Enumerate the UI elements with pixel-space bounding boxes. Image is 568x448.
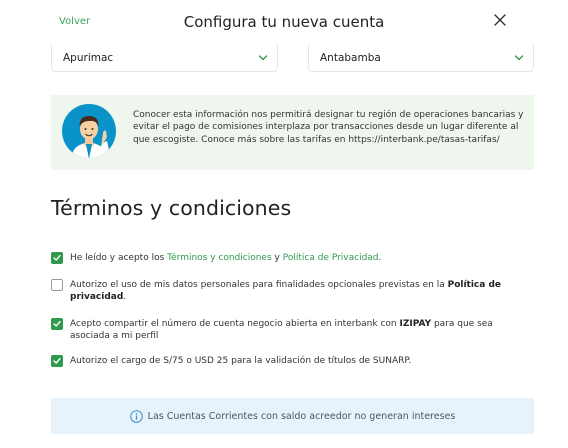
personal-data-text-after: . (123, 292, 127, 302)
terms-item-text: He leído y acepto los Términos y condici… (70, 252, 515, 264)
modal-title: Configura tu nueva cuenta (183, 13, 385, 31)
note-text: Las Cuentas Corrientes con saldo acreedo… (147, 410, 456, 422)
check-icon (53, 320, 61, 327)
izipay-bold: IZIPAY (399, 319, 432, 329)
province-select[interactable]: Antabamba (308, 44, 534, 72)
info-circle-icon (129, 409, 143, 423)
personal-data-checkbox[interactable] (51, 279, 63, 291)
personal-data-text-before: Autorizo el uso de mis datos personales … (70, 280, 448, 290)
chevron-down-icon (258, 55, 268, 61)
close-button[interactable] (492, 12, 508, 28)
terms-checkbox[interactable] (51, 252, 63, 264)
close-icon (494, 14, 506, 26)
info-box: Conocer esta información nos permitirá d… (51, 95, 534, 170)
izipay-text-before: Acepto compartir el número de cuenta neg… (70, 319, 400, 329)
department-select[interactable]: Apurimac (51, 44, 278, 72)
province-value: Antabamba (320, 51, 381, 64)
sunarp-checkbox[interactable] (51, 355, 63, 367)
check-icon (53, 357, 61, 364)
izipay-text: Acepto compartir el número de cuenta neg… (70, 318, 515, 342)
info-text: Conocer esta información nos permitirá d… (133, 110, 524, 145)
terms-text-mid: y (271, 253, 283, 263)
privacy-link[interactable]: Política de Privacidad (283, 253, 379, 263)
terms-title: Términos y condiciones (51, 196, 292, 220)
personal-data-text: Autorizo el uso de mis datos personales … (70, 279, 515, 303)
advisor-avatar-icon (62, 104, 116, 158)
terms-text-after: . (378, 253, 382, 263)
sunarp-text: Autorizo el cargo de S/75 o USD 25 para … (70, 356, 412, 366)
terms-link[interactable]: Términos y condiciones (167, 253, 272, 263)
department-value: Apurimac (63, 51, 114, 64)
izipay-checkbox[interactable] (51, 318, 63, 330)
chevron-down-icon (514, 55, 524, 61)
note-box: Las Cuentas Corrientes con saldo acreedo… (51, 398, 534, 434)
check-icon (53, 254, 61, 261)
terms-text-before: He leído y acepto los (70, 253, 168, 263)
